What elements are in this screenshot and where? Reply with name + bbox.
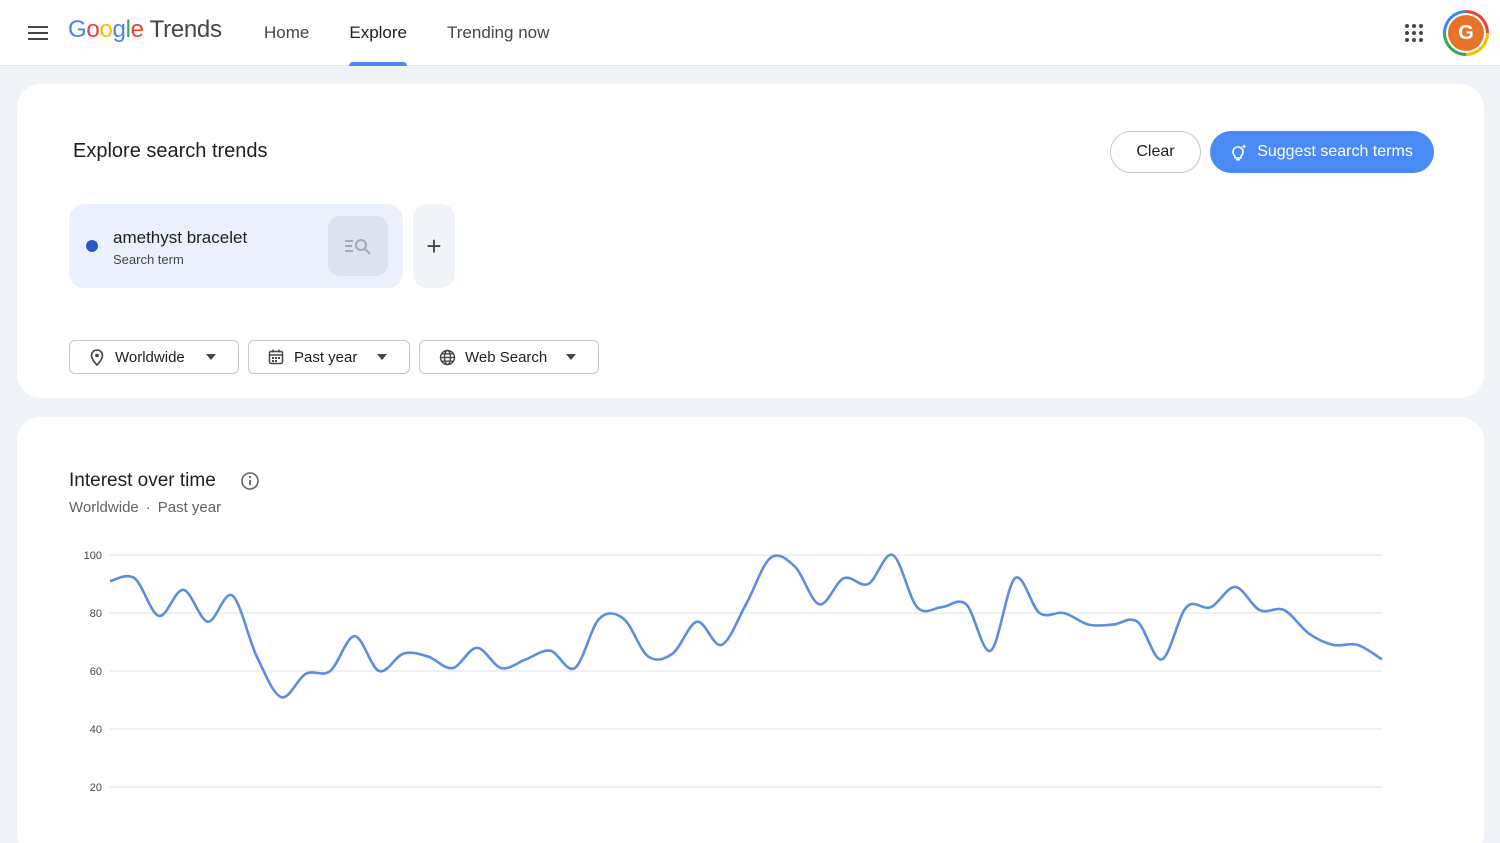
nav-tab-trending-now[interactable]: Trending now [427, 0, 569, 66]
explore-title: Explore search trends [73, 140, 268, 162]
series-line[interactable] [109, 553, 1383, 699]
explore-card: Explore search trends Clear Suggest sear… [17, 84, 1484, 398]
nav-tab-explore[interactable]: Explore [329, 0, 427, 66]
google-trends-logo[interactable]: Go o g l e Trends [68, 16, 222, 50]
logo-letter: G [68, 16, 87, 43]
y-tick-label: 40 [90, 724, 102, 736]
google-apps-button[interactable] [1398, 17, 1430, 49]
clear-button[interactable]: Clear [1110, 131, 1201, 173]
time-range-filter[interactable]: Past year [248, 340, 410, 374]
globe-icon [438, 348, 456, 366]
logo-letter: g [112, 16, 126, 43]
suggest-label: Suggest search terms [1257, 143, 1413, 160]
term-type: Search term [113, 252, 184, 267]
y-tick-label: 20 [90, 782, 102, 794]
location-filter-label: Worldwide [115, 348, 185, 366]
avatar-initial: G [1448, 15, 1484, 51]
nav-tab-home[interactable]: Home [244, 0, 329, 66]
caret-down-icon [206, 354, 216, 360]
term-color-dot [86, 240, 98, 252]
search-property-filter-label: Web Search [465, 348, 548, 366]
hamburger-menu-icon [28, 26, 48, 40]
top-app-bar: Go o g l e Trends Home Explore Trending now G [0, 0, 1500, 66]
plus-icon: + [426, 231, 442, 261]
sparkle-lightbulb-icon [1232, 144, 1247, 161]
y-tick-label: 100 [84, 550, 102, 562]
avatar-ring: G [1446, 13, 1486, 53]
add-term-button[interactable]: + [413, 204, 455, 288]
caret-down-icon [566, 354, 576, 360]
search-term-card[interactable]: amethyst bracelet Search term [69, 204, 403, 288]
caret-down-icon [377, 354, 387, 360]
account-avatar[interactable]: G [1443, 10, 1489, 56]
interest-over-time-card: Interest over time Worldwide · Past year… [17, 417, 1484, 843]
interest-line-chart[interactable]: 100 80 60 40 20 [17, 417, 1484, 843]
list-search-icon [345, 239, 371, 255]
time-range-filter-label: Past year [294, 348, 358, 366]
term-name: amethyst bracelet [113, 228, 248, 247]
y-tick-label: 80 [90, 608, 102, 620]
main-menu-button[interactable] [22, 17, 54, 49]
logo-letter: e [130, 16, 144, 43]
location-filter[interactable]: Worldwide [69, 340, 239, 374]
apps-grid-icon [1405, 24, 1423, 42]
search-property-filter[interactable]: Web Search [419, 340, 599, 374]
logo-letter: o [86, 16, 100, 43]
location-pin-icon [88, 348, 106, 366]
suggest-search-terms-button[interactable]: Suggest search terms [1210, 131, 1434, 173]
refine-term-button[interactable] [328, 216, 388, 276]
main-nav: Home Explore Trending now [244, 0, 569, 66]
logo-letter: o [99, 16, 113, 43]
y-tick-label: 60 [90, 666, 102, 678]
logo-product-name: Trends [149, 16, 222, 43]
calendar-icon [267, 348, 285, 366]
